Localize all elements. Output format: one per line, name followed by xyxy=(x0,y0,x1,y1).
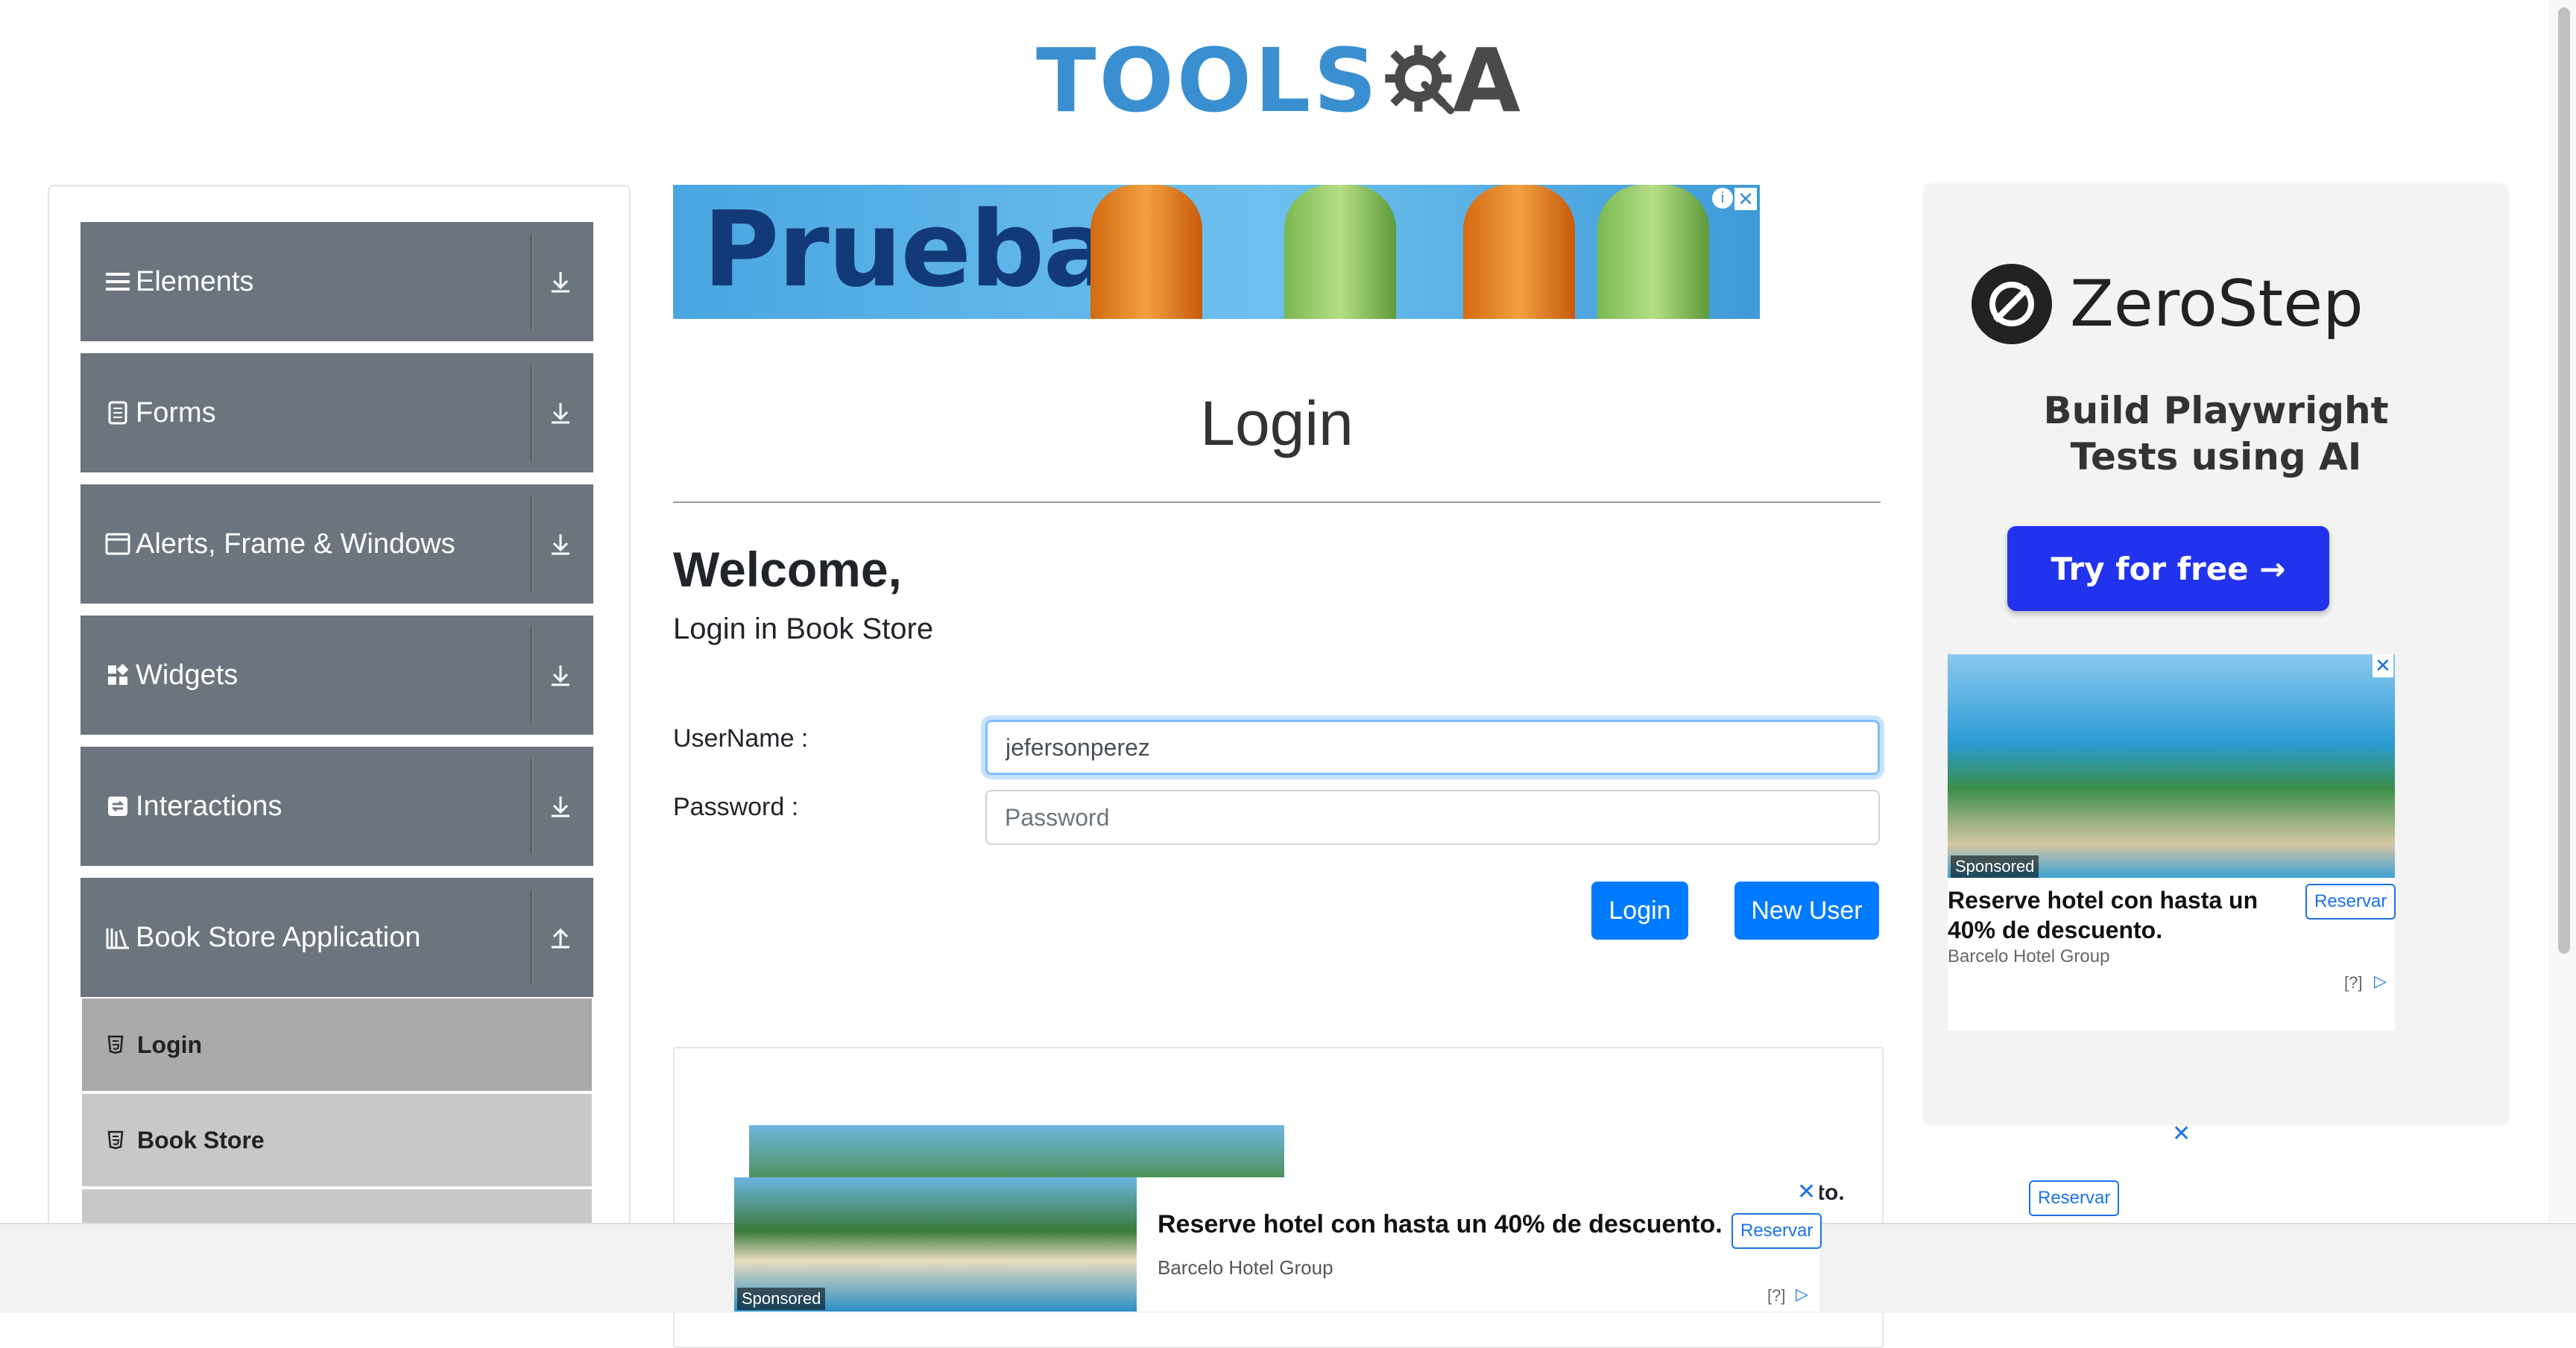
ad-bottle-image xyxy=(1090,185,1202,319)
login-button[interactable]: Login xyxy=(1591,882,1688,940)
top-ad-banner[interactable]: Prueba i ✕ xyxy=(673,185,1760,319)
adchoices-info-icon[interactable]: i xyxy=(1712,188,1733,209)
ad-tagline-line: Tests using AI xyxy=(2070,435,2362,478)
right-ad-zerostep[interactable]: ZeroStep Build Playwright Tests using AI… xyxy=(1925,185,2507,1124)
divider xyxy=(530,627,532,723)
divider xyxy=(673,501,1881,503)
ad-hotel-image xyxy=(749,1125,1284,1185)
zerostep-logo-icon xyxy=(1972,264,2052,344)
close-icon[interactable]: ✕ xyxy=(1734,188,1757,210)
login-subtitle: Login in Book Store xyxy=(673,613,934,645)
divider xyxy=(530,496,532,592)
adchoices-icon[interactable]: ▷ xyxy=(1796,1285,1808,1304)
try-for-free-button[interactable]: Try for free → xyxy=(2007,526,2329,611)
widgets-icon xyxy=(104,662,131,689)
logo-text: TOOLS xyxy=(1036,29,1380,132)
reservar-button[interactable]: Reservar xyxy=(2029,1180,2120,1216)
welcome-heading: Welcome, xyxy=(673,542,902,597)
reservar-button[interactable]: Reservar xyxy=(1731,1213,1822,1249)
ad-tagline-line: Build Playwright xyxy=(2043,389,2389,432)
close-icon[interactable]: ✕ xyxy=(2172,1121,2191,1147)
username-input[interactable] xyxy=(985,720,1880,775)
sidebar-group-forms[interactable]: Forms xyxy=(80,353,593,472)
username-label: UserName : xyxy=(673,724,809,753)
document-icon xyxy=(104,399,131,426)
sidebar-item-book-store[interactable]: Book Store xyxy=(82,1094,592,1189)
sidebar-group-widgets[interactable]: Widgets xyxy=(80,616,593,735)
divider xyxy=(530,365,532,461)
bottom-hotel-ad[interactable]: Sponsored Reserve hotel con hasta un 40%… xyxy=(734,1177,1822,1311)
html5-icon xyxy=(104,1034,127,1056)
divider xyxy=(530,234,532,329)
password-label: Password : xyxy=(673,793,799,821)
sidebar-group-label: Widgets xyxy=(136,659,239,691)
ad-advertiser: Barcelo Hotel Group xyxy=(1158,1256,1333,1279)
sidebar-group-label: Forms xyxy=(136,396,216,428)
ad-bottle-image xyxy=(1284,185,1396,319)
sidebar-group-label: Alerts, Frame & Windows xyxy=(136,528,455,560)
ad-brand-name: ZeroStep xyxy=(2070,267,2364,341)
gear-icon xyxy=(1385,45,1455,115)
close-icon[interactable]: ✕ xyxy=(1797,1179,1816,1205)
ad-hotel-image xyxy=(1948,654,2395,878)
ad-bottle-image xyxy=(1597,185,1709,319)
download-arrow-icon[interactable] xyxy=(538,259,583,304)
reservar-button[interactable]: Reservar xyxy=(2305,884,2396,920)
sidebar-group-label: Interactions xyxy=(136,790,282,822)
sidebar-item-label: Login xyxy=(137,1031,203,1058)
window-icon xyxy=(104,531,131,557)
left-sidebar: Elements Forms Alerts, Frame & Windows W… xyxy=(48,185,631,1236)
scrollbar-thumb[interactable] xyxy=(2558,7,2570,954)
hamburger-icon xyxy=(104,268,131,295)
sidebar-item-label: Book Store xyxy=(137,1126,265,1154)
upload-arrow-icon[interactable] xyxy=(538,915,583,960)
sidebar-group-alerts-frame-windows[interactable]: Alerts, Frame & Windows xyxy=(80,484,593,604)
sidebar-group-interactions[interactable]: Interactions xyxy=(80,747,593,866)
new-user-button[interactable]: New User xyxy=(1734,882,1879,940)
ad-title: Reserve hotel con hasta un 40% de descue… xyxy=(1948,887,2258,943)
sidebar-group-book-store-application[interactable]: Book Store Application xyxy=(80,878,593,997)
download-arrow-icon[interactable] xyxy=(538,784,583,829)
ad-info-link[interactable]: [?] xyxy=(2344,973,2362,993)
download-arrow-icon[interactable] xyxy=(538,653,583,697)
ad-headline: Prueba xyxy=(703,189,1114,311)
sponsored-label: Sponsored xyxy=(1951,855,2039,878)
books-icon xyxy=(104,924,131,951)
logo-a-letter: A xyxy=(1452,29,1521,132)
ad-title: Reserve hotel con hasta un 40% de descue… xyxy=(1158,1210,1723,1238)
password-input[interactable] xyxy=(985,790,1880,845)
sidebar-group-label: Book Store Application xyxy=(136,921,421,953)
divider xyxy=(530,759,532,854)
close-icon[interactable]: ✕ xyxy=(2373,654,2393,677)
download-arrow-icon[interactable] xyxy=(538,522,583,566)
inner-hotel-ad[interactable]: Sponsored ✕ Reserve hotel con hasta un 4… xyxy=(1948,654,2396,1031)
ad-partial-text: to. xyxy=(1817,1180,1845,1205)
divider xyxy=(530,890,532,985)
toolsqa-logo[interactable]: TOOLS A xyxy=(1036,21,1521,140)
ad-advertiser: Barcelo Hotel Group xyxy=(1948,946,2110,966)
sidebar-group-label: Elements xyxy=(136,265,254,297)
sponsored-label: Sponsored xyxy=(737,1288,826,1310)
sidebar-item-login[interactable]: Login xyxy=(82,999,592,1093)
sidebar-group-elements[interactable]: Elements xyxy=(80,222,593,341)
ad-info-link[interactable]: [?] xyxy=(1767,1286,1785,1306)
page-title: Login xyxy=(1200,388,1354,458)
ad-bottle-image xyxy=(1463,185,1575,319)
download-arrow-icon[interactable] xyxy=(538,390,583,435)
adchoices-icon[interactable]: ▷ xyxy=(2374,972,2387,991)
html5-icon xyxy=(104,1129,127,1151)
interactions-icon xyxy=(104,793,131,820)
ad-tagline: Build Playwright Tests using AI xyxy=(1925,387,2507,480)
